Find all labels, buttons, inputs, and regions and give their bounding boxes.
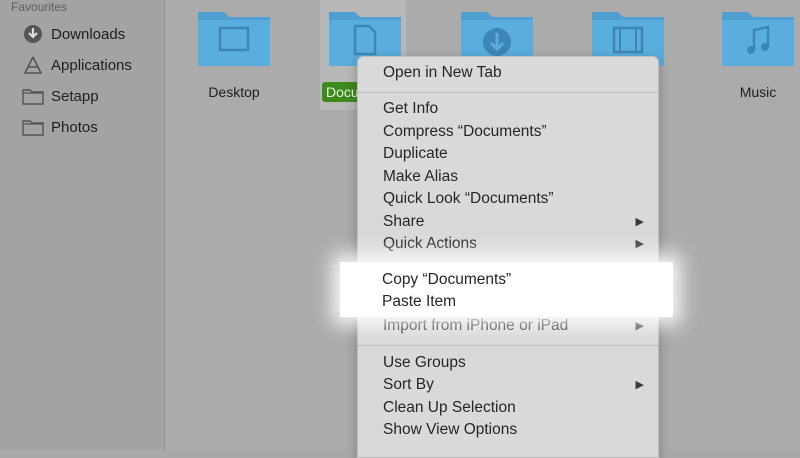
folder-desktop[interactable]: Desktop <box>189 0 279 110</box>
folder-icon <box>22 116 44 138</box>
menu-item-compress[interactable]: Compress “Documents” <box>383 121 646 143</box>
folder-icon <box>22 85 44 107</box>
menu-item-clean-up-selection[interactable]: Clean Up Selection <box>383 397 646 419</box>
sidebar-item-label: Setapp <box>51 87 99 105</box>
applications-icon <box>22 54 44 76</box>
folder-label: Music <box>739 84 777 100</box>
submenu-arrow-icon: ▶ <box>635 238 644 250</box>
menu-item-sort-by[interactable]: Sort By ▶ <box>383 374 646 396</box>
menu-separator <box>358 345 658 346</box>
context-menu: Open in New Tab Get Info Compress “Docum… <box>357 56 659 458</box>
menu-item-show-view-options[interactable]: Show View Options <box>383 419 646 441</box>
menu-item-label: Share <box>383 213 425 230</box>
sidebar-item-applications[interactable]: Applications <box>22 53 132 77</box>
menu-item-duplicate[interactable]: Duplicate <box>383 143 646 165</box>
menu-item-label: Sort By <box>383 376 434 393</box>
menu-item-make-alias[interactable]: Make Alias <box>383 166 646 188</box>
menu-item-import-from-iphone[interactable]: Import from iPhone or iPad ▶ <box>383 315 646 337</box>
menu-item-label: Quick Actions <box>383 235 477 252</box>
menu-item-open-in-new-tab[interactable]: Open in New Tab <box>383 62 646 84</box>
menu-item-get-info[interactable]: Get Info <box>383 98 646 120</box>
folder-label: Desktop <box>208 84 260 100</box>
folder-music[interactable]: Music <box>713 0 800 110</box>
sidebar-item-label: Photos <box>51 118 98 136</box>
sidebar: Favourites Downloads Applications Setapp… <box>0 0 165 450</box>
menu-item-quick-look[interactable]: Quick Look “Documents” <box>383 188 646 210</box>
menu-item-share[interactable]: Share ▶ <box>383 211 646 233</box>
sidebar-item-label: Downloads <box>51 25 126 43</box>
submenu-arrow-icon: ▶ <box>635 216 644 228</box>
menu-item-copy[interactable]: Copy “Documents” <box>382 269 661 291</box>
menu-item-label: Import from iPhone or iPad <box>383 317 569 334</box>
menu-separator <box>358 92 658 93</box>
desktop-folder-icon <box>198 12 270 66</box>
sidebar-item-downloads[interactable]: Downloads <box>22 22 125 46</box>
menu-item-quick-actions[interactable]: Quick Actions ▶ <box>383 233 646 255</box>
submenu-arrow-icon: ▶ <box>635 379 644 391</box>
menu-item-paste-item[interactable]: Paste Item <box>382 291 661 313</box>
highlight-box: Copy “Documents” Paste Item <box>340 262 673 317</box>
sidebar-item-photos[interactable]: Photos <box>22 115 98 139</box>
menu-item-use-groups[interactable]: Use Groups <box>383 352 646 374</box>
sidebar-item-setapp[interactable]: Setapp <box>22 84 99 108</box>
music-folder-icon <box>722 12 794 66</box>
submenu-arrow-icon: ▶ <box>635 320 644 332</box>
sidebar-item-label: Applications <box>51 56 132 74</box>
sidebar-heading: Favourites <box>11 0 68 14</box>
downloads-icon <box>22 23 44 45</box>
